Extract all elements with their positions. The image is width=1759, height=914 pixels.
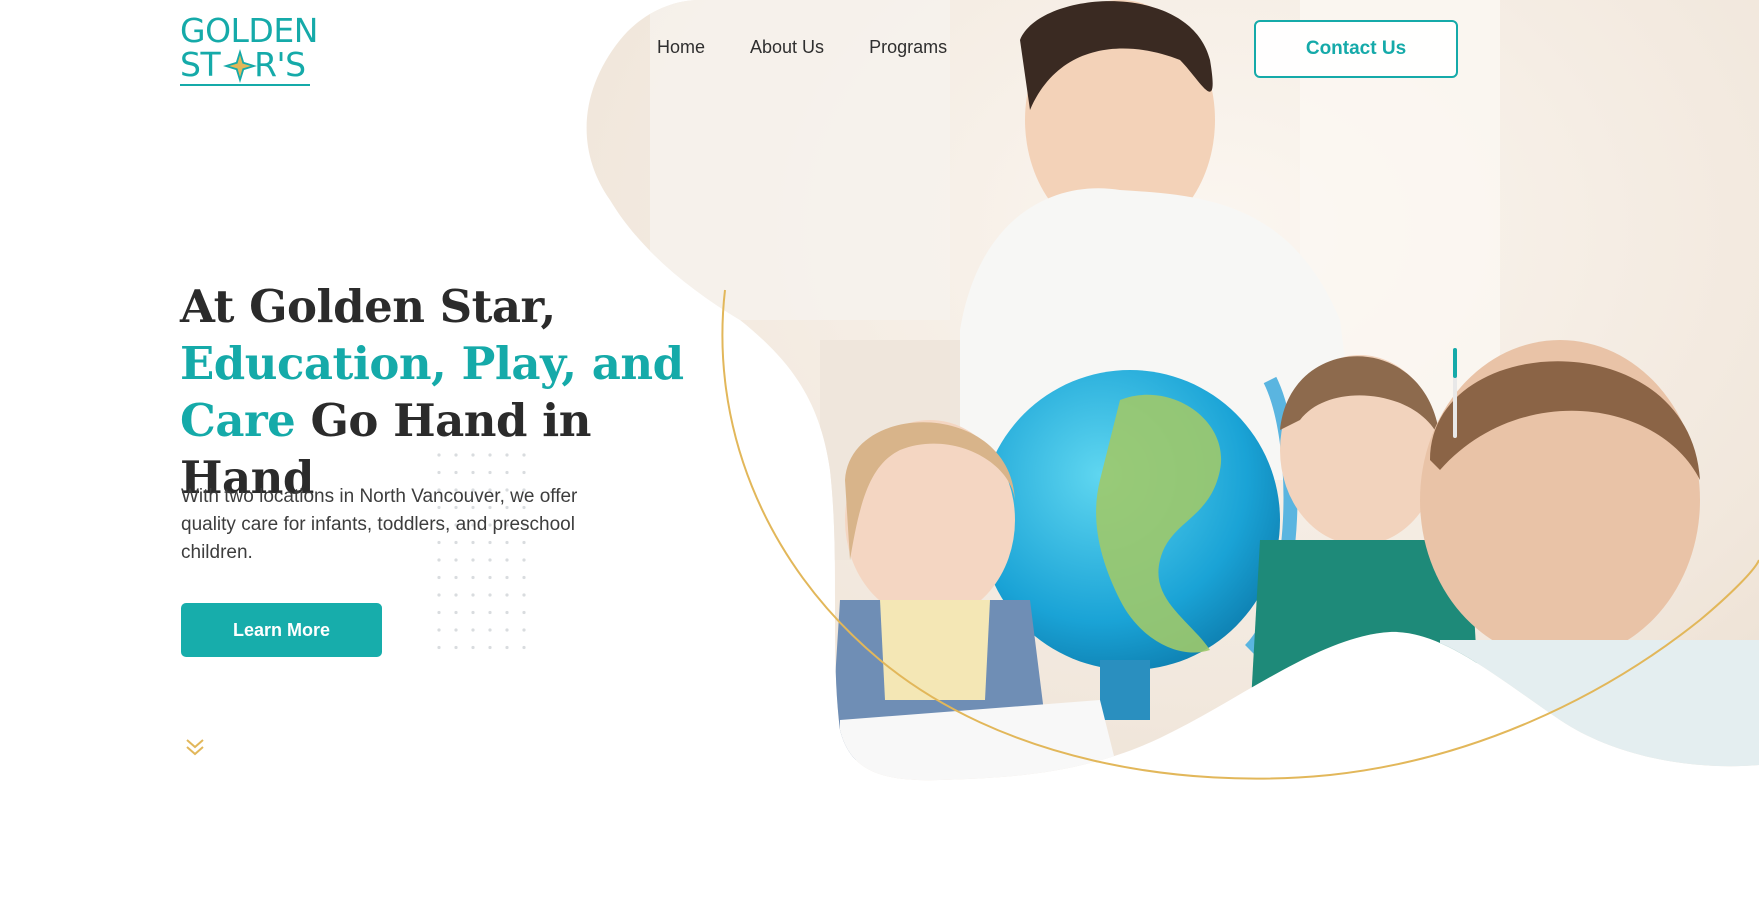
pattern-dot [471,470,475,475]
pattern-dot [471,575,475,580]
pattern-dot [488,645,492,650]
pattern-dot [437,628,441,632]
pattern-dot [454,575,458,580]
logo-underline [180,84,310,86]
pattern-dot [505,453,509,457]
pattern-dot [505,470,509,475]
headline-line1: At Golden Star, [180,280,556,333]
logo[interactable]: GOLDEN ST R'S [180,14,318,86]
main-nav: Home About Us Programs [657,37,947,58]
pattern-dot [471,610,475,615]
pattern-dot [471,453,475,457]
pattern-dot [437,645,441,650]
pattern-dot [454,593,458,597]
pattern-dot [454,453,458,457]
slider-indicator[interactable] [1453,348,1457,438]
pattern-dot [522,628,526,632]
pattern-dot [488,593,492,597]
pattern-dot [454,470,458,475]
pattern-dot [488,610,492,615]
pattern-dot [522,610,526,615]
pattern-dot [505,593,509,597]
chevron-double-down-icon[interactable] [184,736,206,758]
pattern-dot [505,628,509,632]
pattern-dot [505,645,509,650]
nav-home[interactable]: Home [657,37,705,58]
pattern-dot [454,645,458,650]
pattern-dot [522,453,526,457]
pattern-dot [471,593,475,597]
pattern-dot [437,610,441,615]
pattern-dot [454,610,458,615]
pattern-dot [471,628,475,632]
pattern-dot [488,470,492,475]
pattern-dot [522,645,526,650]
pattern-dot [488,628,492,632]
pattern-dot [437,470,441,475]
logo-text-rs: R'S [254,45,306,84]
pattern-dot [488,575,492,580]
learn-more-button[interactable]: Learn More [181,603,382,657]
pattern-dot [505,610,509,615]
pattern-dot [522,575,526,580]
logo-text-st: ST [180,45,221,84]
star-icon [223,49,257,83]
pattern-dot [488,453,492,457]
pattern-dot [437,453,441,457]
pattern-dot [437,593,441,597]
pattern-dot [522,470,526,475]
pattern-dot [454,628,458,632]
pattern-dot [471,645,475,650]
headline-accent-care: Care [180,394,296,447]
contact-us-button[interactable]: Contact Us [1254,20,1458,78]
logo-text-line1: GOLDEN [180,11,318,50]
pattern-dot [505,575,509,580]
hero-description: With two locations in North Vancouver, w… [181,486,578,563]
pattern-dot [437,575,441,580]
headline-accent-line2: Education, Play, and [180,337,684,390]
site-header: GOLDEN ST R'S Home About Us Programs Cont… [0,0,1759,100]
nav-programs[interactable]: Programs [869,37,947,58]
slider-indicator-active [1453,348,1457,378]
nav-about-us[interactable]: About Us [750,37,824,58]
pattern-dot [522,593,526,597]
